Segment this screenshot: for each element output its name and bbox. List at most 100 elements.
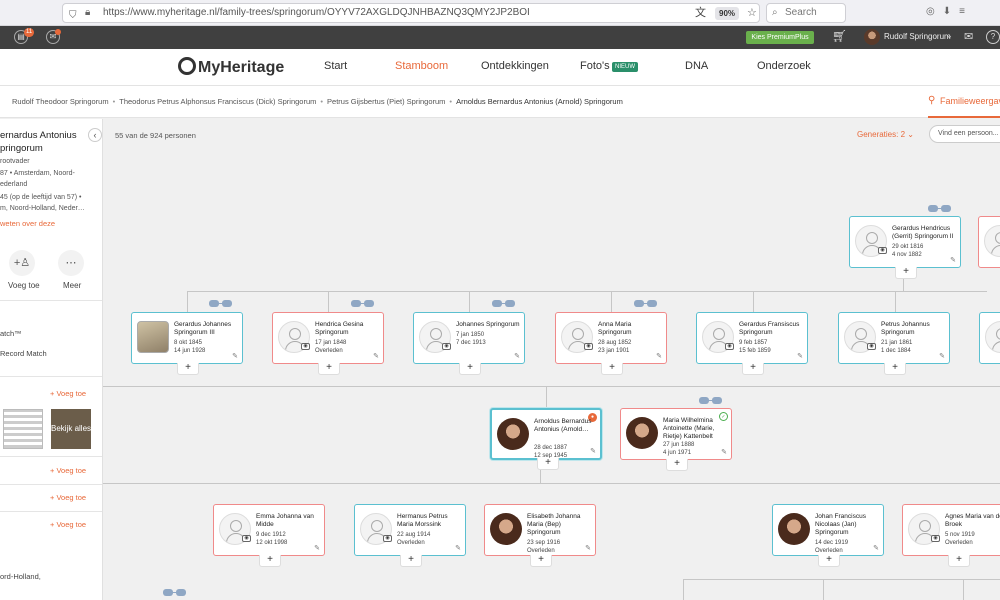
edit-icon[interactable]: ✎: [590, 447, 596, 455]
browser-search-input[interactable]: ⌕ Search: [766, 3, 846, 23]
person-card-partial[interactable]: [978, 216, 1000, 268]
record-match-label[interactable]: Record Match: [0, 349, 47, 358]
camera-icon[interactable]: ◉: [867, 343, 876, 350]
bookmark-star-icon[interactable]: ☆: [747, 4, 757, 22]
add-relative-button[interactable]: +: [818, 555, 840, 567]
person-card[interactable]: ◉ Anna Maria Springorum 28 aug 1852 23 j…: [555, 312, 667, 375]
camera-icon[interactable]: ◉: [301, 343, 310, 350]
shield-icon[interactable]: ⛉: [69, 7, 77, 25]
camera-icon[interactable]: ◉: [725, 343, 734, 350]
address-bar[interactable]: ⛉ 🔒︎ https://www.myheritage.nl/family-tr…: [62, 3, 760, 23]
find-person-input[interactable]: Vind een persoon...: [929, 125, 1000, 143]
add-relative-button[interactable]: +: [666, 459, 688, 471]
add-relative-button[interactable]: +: [459, 363, 481, 375]
person-card[interactable]: Elisabeth Johanna Maria (Bep) Springorum…: [484, 504, 596, 567]
mail-icon[interactable]: ✉: [964, 30, 973, 43]
nav-dna[interactable]: DNA: [685, 60, 708, 72]
add-person-icon[interactable]: +♙: [9, 250, 35, 276]
breadcrumb-item[interactable]: Rudolf Theodoor Springorum: [12, 97, 109, 106]
person-card[interactable]: Gerardus Johannes Springorum III 8 okt 1…: [131, 312, 243, 375]
spouse-card[interactable]: ✓ Maria Wilhelmina Antoinette (Marie, Ri…: [620, 408, 732, 471]
spouse-link-icon[interactable]: [209, 300, 233, 308]
spouse-link-icon[interactable]: [634, 300, 658, 308]
add-relative-button[interactable]: +: [742, 363, 764, 375]
person-card-partial[interactable]: [979, 312, 1000, 364]
nav-fotos[interactable]: Foto's: [580, 60, 610, 72]
person-card[interactable]: ◉ Johannes Springorum 7 jan 1850 7 dec 1…: [413, 312, 525, 375]
focus-person-card[interactable]: ● Arnoldus Bernardus Antonius (Arnold… 2…: [490, 408, 602, 470]
edit-icon[interactable]: ✎: [585, 544, 591, 552]
record-thumbnail[interactable]: [3, 409, 43, 449]
more-label[interactable]: Meer: [63, 281, 81, 290]
person-card[interactable]: ◉ Gerardus Hendricus (Gerrit) Springorum…: [849, 216, 961, 279]
add-relative-button[interactable]: +: [177, 363, 199, 375]
add-relative-button[interactable]: +: [884, 363, 906, 375]
add-relative-button[interactable]: +: [259, 555, 281, 567]
add-relative-button[interactable]: +: [400, 555, 422, 567]
spouse-link-icon[interactable]: [163, 589, 187, 597]
user-name[interactable]: Rudolf Springorum: [884, 32, 951, 41]
myheritage-logo[interactable]: MyHeritage: [178, 57, 284, 77]
breadcrumb-item[interactable]: Petrus Gijsbertus (Piet) Springorum: [327, 97, 445, 106]
edit-icon[interactable]: ✎: [656, 352, 662, 360]
edit-icon[interactable]: ✎: [314, 544, 320, 552]
camera-icon[interactable]: ◉: [931, 535, 940, 542]
add-link[interactable]: + Voeg toe: [50, 466, 86, 475]
nav-ontdekkingen[interactable]: Ontdekkingen: [481, 60, 549, 72]
lock-icon[interactable]: 🔒︎: [85, 4, 90, 22]
add-relative-button[interactable]: +: [895, 267, 917, 279]
person-card[interactable]: Johan Franciscus Nicolaas (Jan) Springor…: [772, 504, 884, 567]
person-card[interactable]: ◉ Hermanus Petrus Maria Morssink 22 aug …: [354, 504, 466, 567]
chevron-down-icon[interactable]: ⌄: [946, 31, 953, 40]
spouse-link-icon[interactable]: [492, 300, 516, 308]
add-relative-button[interactable]: +: [601, 363, 623, 375]
translate-icon[interactable]: 文: [695, 4, 706, 22]
person-card[interactable]: ◉ Emma Johanna van Midde 9 dec 1912 12 o…: [213, 504, 325, 567]
collapse-panel-button[interactable]: ‹: [88, 128, 102, 142]
help-icon[interactable]: ?: [986, 30, 1000, 44]
tab-family-view[interactable]: ⚲Familieweergave: [928, 86, 1000, 118]
family-tree-canvas[interactable]: 55 van de 924 personen Generaties: 2 ⌄ V…: [103, 119, 1000, 600]
camera-icon[interactable]: ◉: [242, 535, 251, 542]
edit-icon[interactable]: ✎: [373, 352, 379, 360]
add-label[interactable]: Voeg toe: [8, 281, 40, 290]
edit-icon[interactable]: ✎: [873, 544, 879, 552]
add-link[interactable]: + Voeg toe: [50, 520, 86, 529]
person-card[interactable]: ◉ Hendrica Gesina Springorum 17 jan 1848…: [272, 312, 384, 375]
person-card[interactable]: ◉ Petrus Johannus Springorum 21 jan 1861…: [838, 312, 950, 375]
url-text[interactable]: https://www.myheritage.nl/family-trees/s…: [103, 4, 530, 22]
camera-icon[interactable]: ◉: [878, 247, 887, 254]
camera-icon[interactable]: ◉: [584, 343, 593, 350]
cart-icon[interactable]: 🛒︎: [832, 29, 847, 43]
camera-icon[interactable]: ◉: [383, 535, 392, 542]
person-card[interactable]: ◉ Gerardus Fransiscus Springorum 9 feb 1…: [696, 312, 808, 375]
spouse-link-icon[interactable]: [351, 300, 375, 308]
avatar[interactable]: [864, 29, 880, 45]
zoom-level[interactable]: 90%: [715, 7, 740, 20]
see-all-thumbnail[interactable]: Bekijk alles: [51, 409, 91, 449]
more-icon[interactable]: ⋯: [58, 250, 84, 276]
spouse-link-icon[interactable]: [699, 397, 723, 405]
edit-icon[interactable]: ✎: [721, 448, 727, 456]
premium-plus-button[interactable]: Kies PremiumPlus: [746, 31, 814, 44]
nav-stamboom[interactable]: Stamboom: [395, 60, 448, 72]
edit-icon[interactable]: ✎: [797, 352, 803, 360]
edit-icon[interactable]: ✎: [939, 352, 945, 360]
edit-icon[interactable]: ✎: [514, 352, 520, 360]
camera-icon[interactable]: ◉: [442, 343, 451, 350]
smart-match-label[interactable]: atch™: [0, 329, 22, 338]
add-photo-link[interactable]: + Voeg toe: [50, 389, 86, 398]
add-link[interactable]: + Voeg toe: [50, 493, 86, 502]
nav-onderzoek[interactable]: Onderzoek: [757, 60, 811, 72]
browser-extension-icons[interactable]: ◎⬇≡: [926, 6, 973, 17]
add-relative-button[interactable]: +: [948, 555, 970, 567]
add-relative-button[interactable]: +: [318, 363, 340, 375]
add-relative-button[interactable]: +: [537, 458, 559, 470]
nav-start[interactable]: Start: [324, 60, 347, 72]
person-card[interactable]: ◉ Agnes Maria van de Broek 5 nov 1919 Ov…: [902, 504, 1000, 567]
learn-more-link[interactable]: weten over deze: [0, 219, 55, 228]
breadcrumb-item[interactable]: Theodorus Petrus Alphonsus Franciscus (D…: [119, 97, 316, 106]
edit-icon[interactable]: ✎: [455, 544, 461, 552]
edit-icon[interactable]: ✎: [232, 352, 238, 360]
add-relative-button[interactable]: +: [530, 555, 552, 567]
